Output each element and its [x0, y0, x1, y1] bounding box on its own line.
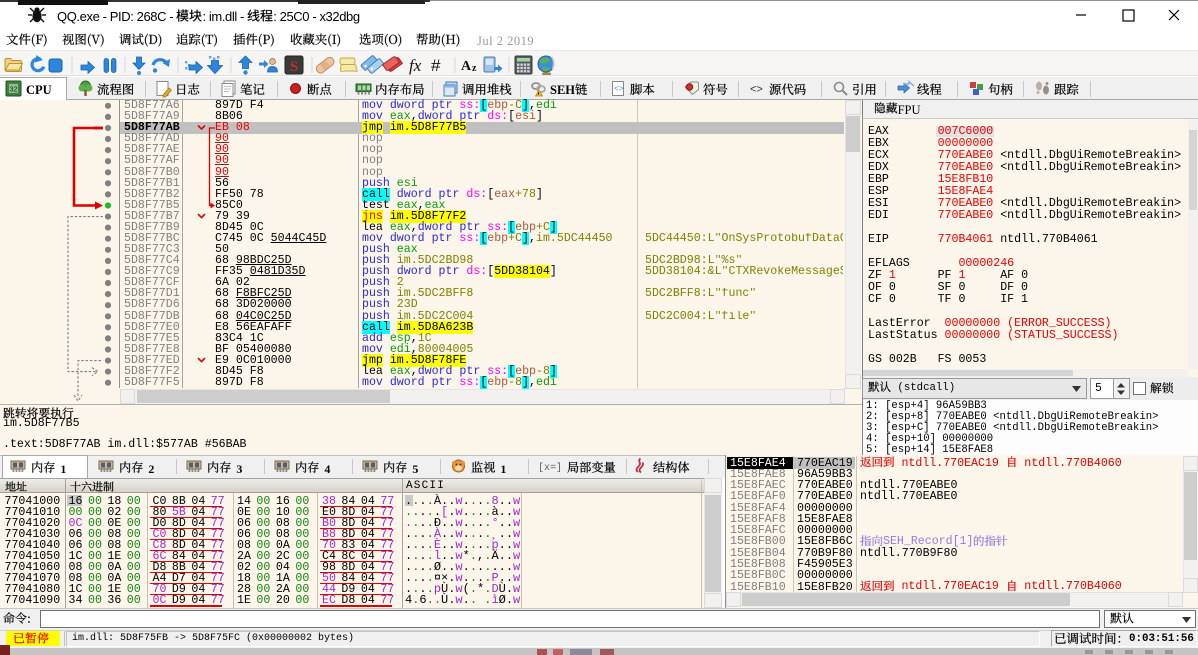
svg-text:A: A	[461, 59, 472, 74]
svg-text:[x=]: [x=]	[538, 462, 562, 474]
svg-text:<>: <>	[750, 84, 763, 96]
svg-text:z: z	[472, 63, 477, 74]
svg-text:fx: fx	[409, 56, 422, 75]
svg-text:<>: <>	[614, 85, 624, 94]
svg-text:32: 32	[10, 87, 18, 94]
svg-text:S: S	[290, 59, 298, 75]
svg-text:#: #	[431, 56, 441, 75]
